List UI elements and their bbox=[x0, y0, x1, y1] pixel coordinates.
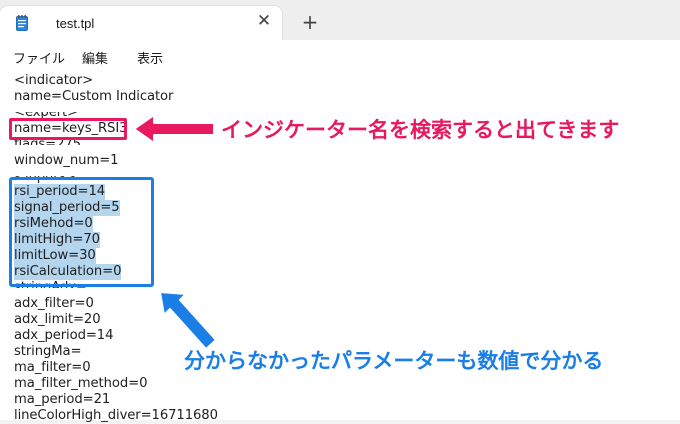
indicator-name-callout: インジケーター名を検索すると出てきます bbox=[221, 118, 620, 142]
parameters-callout: 分からなかったパラメーターも数値で分かる bbox=[184, 349, 604, 373]
